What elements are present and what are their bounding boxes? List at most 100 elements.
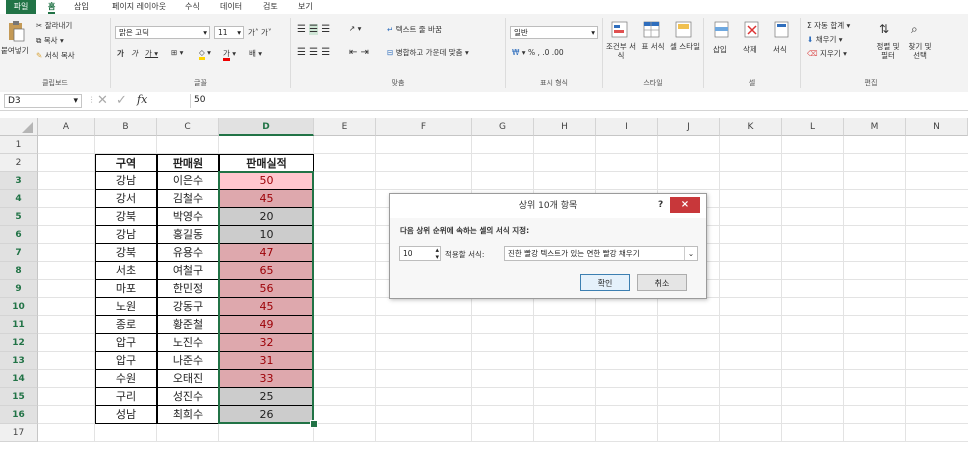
row-header-12[interactable]: 12 (0, 334, 38, 352)
orientation-button[interactable]: ↗ ▾ (349, 24, 361, 33)
salesperson-cell[interactable]: 황준철 (157, 316, 219, 334)
help-button[interactable]: ? (658, 200, 663, 210)
region-cell[interactable]: 강서 (95, 190, 157, 208)
salesperson-cell[interactable]: 오태진 (157, 370, 219, 388)
table-header-cell[interactable]: 구역 (95, 154, 157, 172)
insert-function-icon[interactable]: fx (137, 93, 147, 106)
region-cell[interactable]: 성남 (95, 406, 157, 424)
bold-button[interactable]: 가 (117, 48, 124, 59)
region-cell[interactable]: 강북 (95, 208, 157, 226)
close-button[interactable]: × (670, 197, 700, 213)
column-header-i[interactable]: I (596, 118, 658, 136)
number-style-buttons[interactable]: ₩ ▾ % , .0 .00 (512, 48, 564, 57)
region-cell[interactable]: 종로 (95, 316, 157, 334)
cancel-button[interactable]: 취소 (637, 274, 687, 291)
format-cells-icon[interactable] (774, 21, 790, 39)
tab-formulas[interactable]: 수식 (185, 1, 200, 12)
binoculars-icon[interactable]: ⌕ (911, 22, 918, 37)
rank-count-input[interactable]: 10 ▴ ▾ (399, 246, 441, 261)
column-header-h[interactable]: H (534, 118, 596, 136)
column-header-k[interactable]: K (720, 118, 782, 136)
column-header-m[interactable]: M (844, 118, 906, 136)
column-header-n[interactable]: N (906, 118, 968, 136)
indent-buttons[interactable]: ⇤ ⇥ (349, 47, 369, 58)
column-header-d[interactable]: D (219, 118, 314, 136)
format-as-table-button[interactable]: 표 서식 (639, 42, 667, 51)
fill-handle[interactable] (310, 420, 318, 428)
region-cell[interactable]: 마포 (95, 280, 157, 298)
row-header-4[interactable]: 4 (0, 190, 38, 208)
spinner-icon[interactable]: ▴ ▾ (435, 247, 439, 261)
salesperson-cell[interactable]: 김철수 (157, 190, 219, 208)
autosum-button[interactable]: Σ 자동 합계 ▾ (807, 20, 850, 31)
row-header-8[interactable]: 8 (0, 262, 38, 280)
grow-shrink-font-buttons[interactable]: 가˄ 가˅ (248, 27, 272, 38)
font-color-button[interactable]: 가 ▾ (223, 48, 236, 61)
cancel-entry-icon[interactable]: ✕ (97, 93, 108, 108)
salesperson-cell[interactable]: 유용수 (157, 244, 219, 262)
copy-button[interactable]: ⧉ 복사 ▾ (36, 35, 64, 46)
region-cell[interactable]: 강남 (95, 172, 157, 190)
merge-center-button[interactable]: ⊟ 병합하고 가운데 맞춤 ▾ (387, 47, 469, 58)
region-cell[interactable]: 압구 (95, 334, 157, 352)
table-header-cell[interactable]: 판매실적 (219, 154, 314, 172)
salesperson-cell[interactable]: 나준수 (157, 352, 219, 370)
tab-review[interactable]: 검토 (263, 1, 278, 12)
cell-styles-button[interactable]: 셀 스타일 (669, 42, 701, 51)
row-header-17[interactable]: 17 (0, 424, 38, 442)
horizontal-align-buttons[interactable]: ☰ ☰ ☰ (297, 47, 330, 58)
column-header-f[interactable]: F (376, 118, 472, 136)
paste-icon[interactable] (7, 20, 25, 42)
row-header-13[interactable]: 13 (0, 352, 38, 370)
insert-button[interactable]: 삽입 (713, 44, 727, 55)
ok-button[interactable]: 확인 (580, 274, 630, 291)
tab-home[interactable]: 홈 (48, 1, 56, 14)
row-header-7[interactable]: 7 (0, 244, 38, 262)
name-box[interactable]: D3 ▾ (4, 94, 82, 108)
confirm-entry-icon[interactable]: ✓ (116, 93, 127, 108)
find-select-button[interactable]: 찾기 및 선택 (905, 42, 935, 60)
select-all-corner[interactable] (0, 118, 38, 136)
row-header-3[interactable]: 3 (0, 172, 38, 190)
row-header-1[interactable]: 1 (0, 136, 38, 154)
column-header-a[interactable]: A (38, 118, 95, 136)
sort-filter-button[interactable]: 정렬 및 필터 (873, 42, 903, 60)
phonetic-button[interactable]: 배 ▾ (249, 48, 262, 59)
column-header-c[interactable]: C (157, 118, 219, 136)
cut-button[interactable]: ✂ 잘라내기 (36, 20, 72, 31)
salesperson-cell[interactable]: 성진수 (157, 388, 219, 406)
salesperson-cell[interactable]: 최희수 (157, 406, 219, 424)
cell-styles-icon[interactable] (675, 21, 693, 39)
delete-button[interactable]: 삭제 (743, 44, 757, 55)
border-button[interactable]: ⊞ ▾ (171, 48, 183, 57)
italic-button[interactable]: 가 (131, 48, 138, 59)
region-cell[interactable]: 구리 (95, 388, 157, 406)
salesperson-cell[interactable]: 박영수 (157, 208, 219, 226)
column-header-b[interactable]: B (95, 118, 157, 136)
font-name-select[interactable]: 맑은 고딕 ▾ (115, 26, 210, 39)
formula-input[interactable]: 50 (190, 94, 964, 108)
column-header-j[interactable]: J (658, 118, 720, 136)
row-header-11[interactable]: 11 (0, 316, 38, 334)
format-as-table-icon[interactable] (643, 21, 661, 39)
row-header-16[interactable]: 16 (0, 406, 38, 424)
tab-view[interactable]: 보기 (298, 1, 313, 12)
column-header-g[interactable]: G (472, 118, 534, 136)
salesperson-cell[interactable]: 홍길동 (157, 226, 219, 244)
table-header-cell[interactable]: 판매원 (157, 154, 219, 172)
sort-filter-icon[interactable]: ⇅ (879, 22, 889, 36)
format-select[interactable]: 진한 빨강 텍스트가 있는 연한 빨강 채우기 ⌄ (504, 246, 698, 261)
row-header-14[interactable]: 14 (0, 370, 38, 388)
paste-button[interactable]: 붙여넣기 (1, 45, 29, 56)
salesperson-cell[interactable]: 이은수 (157, 172, 219, 190)
region-cell[interactable]: 수원 (95, 370, 157, 388)
clear-button[interactable]: ⌫ 지우기 ▾ (807, 48, 847, 59)
format-painter-button[interactable]: ✎ 서식 복사 (36, 50, 75, 61)
tab-data[interactable]: 데이터 (220, 1, 242, 12)
format-button[interactable]: 서식 (773, 44, 787, 55)
row-header-2[interactable]: 2 (0, 154, 38, 172)
tab-page-layout[interactable]: 페이지 레이아웃 (112, 1, 166, 12)
salesperson-cell[interactable]: 강동구 (157, 298, 219, 316)
row-header-10[interactable]: 10 (0, 298, 38, 316)
region-cell[interactable]: 강북 (95, 244, 157, 262)
